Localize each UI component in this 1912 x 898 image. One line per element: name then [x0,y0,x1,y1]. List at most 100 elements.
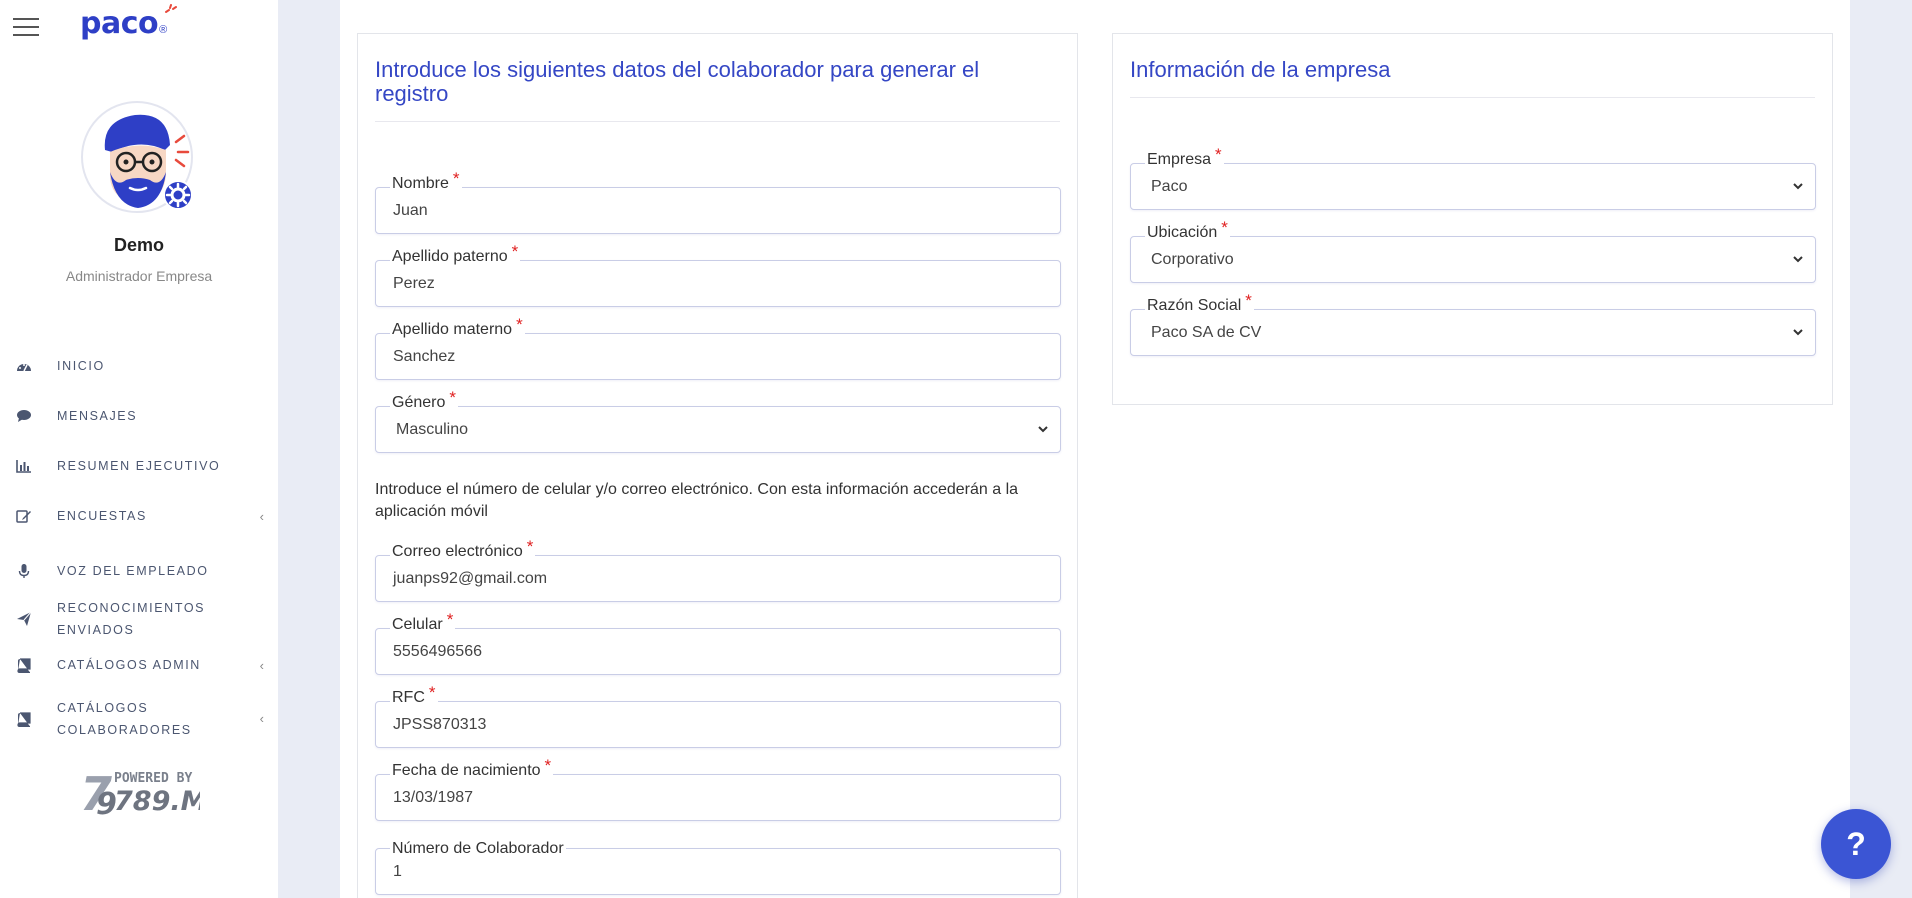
registered-mark: ® [159,24,168,36]
field-label-text: Celular [392,616,443,633]
apellido-materno-field[interactable]: Apellido materno * Sanchez [375,315,1061,380]
ubicacion-select[interactable]: Ubicación * Corporativo [1130,218,1816,283]
logo-spark-icon [165,4,177,13]
required-marker: * [544,756,552,775]
sidebar-item-catalogos-admin[interactable]: CATÁLOGOS ADMIN ‹ [14,654,264,676]
chevron-down-icon [1793,256,1803,263]
edit-icon [14,508,34,524]
numero-colaborador-field[interactable]: Número de Colaborador 1 [375,839,1061,895]
celular-field[interactable]: Celular * 5556496566 [375,610,1061,675]
sidebar-item-encuestas[interactable]: ENCUESTAS ‹ [14,505,264,527]
field-label: RFC * [390,683,438,708]
field-label-text: Género [392,394,446,411]
field-label-text: Nombre [392,175,449,192]
field-value: Sanchez [393,348,456,365]
divider [375,121,1060,122]
sidebar-item-inicio[interactable]: INICIO [14,355,264,377]
sidebar-item-label: RECONOCIMIENTOS [57,601,206,615]
sidebar: paco ® Demo Administrador Empresa INICIO… [0,0,278,898]
field-value: JPSS870313 [393,716,487,733]
chevron-down-icon [1793,183,1803,190]
sidebar-item-label: MENSAJES [57,409,138,423]
sidebar-item-label: CATÁLOGOS ADMIN [57,658,201,672]
required-marker: * [526,537,534,556]
chevron-left-icon: ‹ [259,658,264,673]
field-value: 13/03/1987 [393,789,474,806]
required-marker: * [1215,145,1222,164]
field-value: Perez [393,275,435,292]
required-marker: * [452,169,460,188]
field-label: Ubicación * [1145,218,1230,243]
required-marker: * [446,610,454,629]
chat-bubble-icon [14,408,34,424]
user-name: Demo [113,235,164,255]
book-icon [14,657,34,673]
sidebar-item-reconocimientos-enviados[interactable]: RECONOCIMIENTOS ENVIADOS [14,597,264,641]
field-label-text: Empresa [1147,151,1212,168]
sidebar-item-label-line2: COLABORADORES [57,723,192,737]
required-marker: * [516,315,523,334]
razon-social-select[interactable]: Razón Social * Paco SA de CV [1130,291,1816,356]
field-value: juanps92@gmail.com [393,570,548,587]
field-label: Apellido paterno * [390,242,521,267]
logo-text: paco [80,6,159,41]
field-label: Razón Social * [1145,291,1254,316]
field-label: Correo electrónico * [390,537,536,562]
field-label: Fecha de nacimiento * [390,756,554,781]
apellido-paterno-field[interactable]: Apellido paterno * Perez [375,242,1061,307]
sidebar-item-catalogos-colaboradores[interactable]: CATÁLOGOS COLABORADORES ‹ [14,697,264,741]
sidebar-item-resumen-ejecutivo[interactable]: RESUMEN EJECUTIVO [14,455,264,477]
user-avatar[interactable] [80,100,195,215]
microphone-icon [14,563,34,579]
sidebar-item-label-group: CATÁLOGOS COLABORADORES [57,697,192,741]
field-value: Paco [1151,178,1188,195]
sidebar-item-mensajes[interactable]: MENSAJES [14,405,264,427]
field-value: Juan [393,202,428,219]
field-label: Número de Colaborador [390,839,566,859]
sidebar-item-label-group: RECONOCIMIENTOS ENVIADOS [57,597,205,641]
field-label-text: Apellido materno [392,321,513,338]
sidebar-item-label: VOZ DEL EMPLEADO [57,564,209,578]
field-label: Empresa * [1145,145,1224,170]
collaborator-data-panel: Introduce los siguientes datos del colab… [357,33,1078,898]
empresa-select[interactable]: Empresa * Paco [1130,145,1816,210]
hamburger-menu-icon[interactable] [13,18,39,36]
sidebar-item-label: RESUMEN EJECUTIVO [57,459,221,473]
company-info-panel: Información de la empresa Empresa * Paco … [1112,33,1833,405]
field-label-text: Ubicación [1147,224,1218,241]
sidebar-item-label: INICIO [57,359,105,373]
avatar-illustration-icon [81,101,193,213]
dashboard-icon [14,358,34,374]
rfc-field[interactable]: RFC * JPSS870313 [375,683,1061,748]
sidebar-item-voz-del-empleado[interactable]: VOZ DEL EMPLEADO [14,560,264,582]
field-label-text: Apellido paterno [392,248,508,265]
chevron-down-icon [1793,329,1803,336]
correo-field[interactable]: Correo electrónico * juanps92@gmail.com [375,537,1061,602]
field-value: Corporativo [1151,251,1234,268]
help-button[interactable]: ? [1821,809,1891,879]
sidebar-item-label: CATÁLOGOS [57,701,149,715]
required-marker: * [1245,291,1252,310]
field-value: 5556496566 [393,643,482,660]
field-value: 1 [393,863,402,880]
genero-select[interactable]: Género * Masculino [375,388,1061,453]
field-value: Masculino [396,421,469,438]
required-marker: * [428,683,436,702]
chevron-left-icon: ‹ [259,711,264,726]
nombre-field[interactable]: Nombre * Juan [375,169,1061,234]
sidebar-item-label-line2: ENVIADOS [57,623,135,637]
powered-by-789mx-logo: 7 9 POWERED BY 789.MX [74,762,229,822]
sidebar-item-label: ENCUESTAS [57,509,147,523]
required-marker: * [449,388,456,407]
panel-title: Introduce los siguientes datos del colab… [375,57,980,106]
field-label: Celular * [390,610,456,635]
chevron-left-icon: ‹ [259,509,264,524]
field-label: Nombre * [390,169,462,194]
paco-logo[interactable]: paco ® [80,4,177,41]
field-label: Apellido materno * [390,315,525,340]
divider [1130,97,1815,98]
fecha-nacimiento-field[interactable]: Fecha de nacimiento * 13/03/1987 [375,756,1061,821]
panel-title: Información de la empresa [1130,57,1391,82]
field-value: Paco SA de CV [1151,324,1262,341]
user-role: Administrador Empresa [65,268,213,284]
